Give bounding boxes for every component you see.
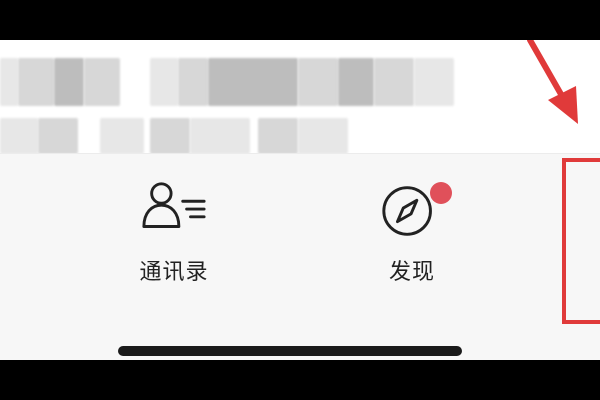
notification-badge [430, 182, 452, 204]
tab-label-contacts: 通讯录 [139, 260, 209, 285]
red-highlight-box [562, 158, 600, 324]
red-arrow-icon [527, 40, 578, 124]
bottom-tab-bar: 通讯录 发现 [0, 153, 600, 360]
app-screen: 通讯录 发现 [0, 40, 600, 360]
blurred-list-row [0, 58, 600, 106]
contacts-icon [142, 182, 206, 228]
blurred-list-row [0, 118, 600, 154]
tab-label-discover: 发现 [388, 260, 435, 285]
home-indicator [118, 346, 462, 356]
tab-discover[interactable]: 发现 [342, 176, 482, 286]
tab-contacts[interactable]: 通讯录 [104, 176, 244, 286]
